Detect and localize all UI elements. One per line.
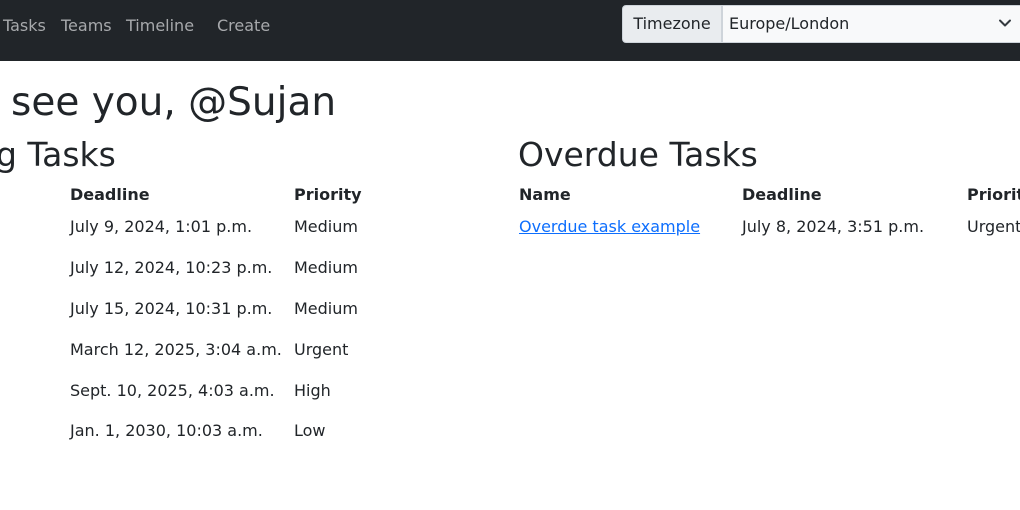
nav-link-tasks[interactable]: Tasks — [3, 16, 46, 35]
overdue-header-name: Name — [519, 185, 571, 204]
upcoming-row-2-deadline: July 12, 2024, 10:23 p.m. — [70, 258, 273, 277]
chevron-down-icon — [999, 19, 1011, 27]
overdue-header-deadline: Deadline — [742, 185, 822, 204]
upcoming-row-6-deadline: Jan. 1, 2030, 10:03 a.m. — [70, 421, 263, 440]
timezone-select-value: Europe/London — [729, 14, 850, 33]
nav-link-timeline[interactable]: Timeline — [126, 16, 194, 35]
overdue-row-1-priority: Urgent — [967, 217, 1020, 236]
timezone-select[interactable]: Europe/London — [722, 5, 1020, 43]
overdue-header-priority: Priority — [967, 185, 1020, 204]
upcoming-row-2-priority: Medium — [294, 258, 358, 277]
upcoming-row-1-priority: Medium — [294, 217, 358, 236]
greeting-heading: see you, @Sujan — [11, 80, 337, 125]
upcoming-row-4-deadline: March 12, 2025, 3:04 a.m. — [70, 340, 282, 359]
upcoming-row-3-priority: Medium — [294, 299, 358, 318]
upcoming-row-6-priority: Low — [294, 421, 326, 440]
upcoming-row-4-priority: Urgent — [294, 340, 349, 359]
timezone-button[interactable]: Timezone — [622, 5, 722, 43]
upcoming-row-5-priority: High — [294, 381, 331, 400]
upcoming-row-5-deadline: Sept. 10, 2025, 4:03 a.m. — [70, 381, 275, 400]
upcoming-tasks-title: g Tasks — [0, 135, 116, 174]
upcoming-header-deadline: Deadline — [70, 185, 150, 204]
upcoming-row-1-deadline: July 9, 2024, 1:01 p.m. — [70, 217, 253, 236]
top-navbar: Tasks Teams Timeline Create Timezone Eur… — [0, 0, 1020, 61]
overdue-task-link[interactable]: Overdue task example — [519, 217, 700, 236]
nav-link-create[interactable]: Create — [217, 16, 270, 35]
overdue-row-1-deadline: July 8, 2024, 3:51 p.m. — [742, 217, 925, 236]
upcoming-header-priority: Priority — [294, 185, 362, 204]
overdue-tasks-title: Overdue Tasks — [518, 135, 758, 174]
upcoming-row-3-deadline: July 15, 2024, 10:31 p.m. — [70, 299, 273, 318]
nav-link-teams[interactable]: Teams — [61, 16, 112, 35]
